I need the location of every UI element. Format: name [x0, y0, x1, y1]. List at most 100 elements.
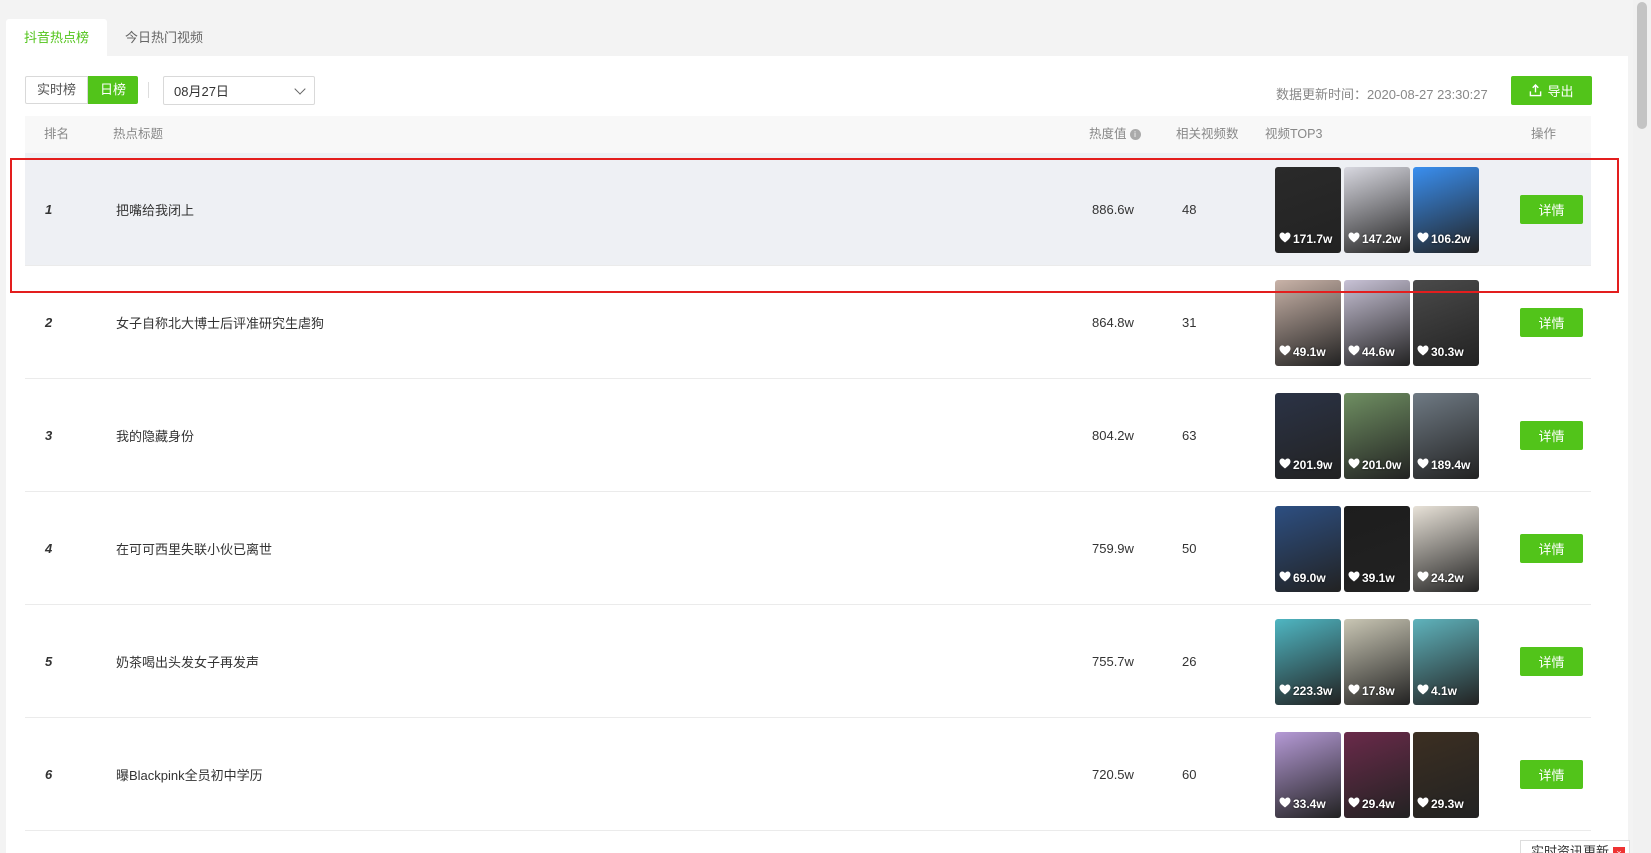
realtime-news-widget[interactable]: 实时资讯更新 × — [1520, 840, 1630, 853]
video-like-count: 4.1w — [1431, 683, 1458, 698]
main-panel: 实时榜 日榜 08月27日 数据更新时间：2020-08-27 23:30:27… — [6, 56, 1628, 853]
video-thumbnail[interactable]: 106.2w — [1413, 166, 1479, 253]
video-likes: 39.1w — [1348, 571, 1395, 585]
video-thumbnail[interactable]: 147.2w — [1344, 166, 1410, 253]
rank-number: 3 — [45, 428, 53, 443]
heart-icon — [1348, 345, 1360, 359]
video-top3: 171.7w 147.2w 106.2w — [1275, 153, 1479, 266]
header-action: 操作 — [1531, 127, 1557, 141]
heat-value: 886.6w — [1092, 202, 1134, 217]
video-like-count: 69.0w — [1293, 570, 1326, 585]
video-thumbnail[interactable]: 39.1w — [1344, 505, 1410, 592]
hot-topic-title[interactable]: 在可可西里失联小伙已离世 — [116, 492, 272, 605]
video-likes: 189.4w — [1417, 458, 1470, 472]
rank-number: 2 — [45, 315, 53, 330]
video-likes: 223.3w — [1279, 684, 1332, 698]
detail-button[interactable]: 详情 — [1520, 421, 1583, 450]
video-thumbnail[interactable]: 223.3w — [1275, 618, 1341, 705]
video-thumbnail[interactable]: 29.3w — [1413, 731, 1479, 818]
video-thumbnail[interactable]: 30.3w — [1413, 279, 1479, 366]
video-like-count: 147.2w — [1362, 231, 1402, 246]
header-title: 热点标题 — [113, 127, 164, 141]
video-thumbnail[interactable]: 201.9w — [1275, 392, 1341, 479]
video-likes: 171.7w — [1279, 232, 1332, 246]
video-thumbnail[interactable]: 4.1w — [1413, 618, 1479, 705]
video-thumbnail[interactable]: 171.7w — [1275, 166, 1341, 253]
video-likes: 30.3w — [1417, 345, 1464, 359]
header-rank: 排名 — [44, 127, 70, 141]
heart-icon — [1279, 684, 1291, 698]
scrollbar[interactable] — [1633, 0, 1651, 853]
toolbar-divider — [148, 82, 149, 98]
video-count: 60 — [1182, 767, 1197, 782]
realtime-news-label: 实时资讯更新 — [1531, 844, 1610, 853]
hot-topic-title[interactable]: 曝Blackpink全员初中学历 — [116, 718, 263, 831]
info-icon[interactable]: i — [1129, 129, 1141, 141]
header-heat: 热度值 i — [1089, 116, 1141, 153]
video-likes: 44.6w — [1348, 345, 1395, 359]
video-like-count: 44.6w — [1362, 344, 1395, 359]
detail-button[interactable]: 详情 — [1520, 308, 1583, 337]
daily-ranking-button[interactable]: 日榜 — [88, 76, 139, 104]
hot-topic-title[interactable]: 我的隐藏身份 — [116, 379, 194, 492]
video-top3: 201.9w 201.0w 189.4w — [1275, 379, 1479, 492]
hot-topic-title[interactable]: 把嘴给我闭上 — [116, 153, 194, 266]
detail-button[interactable]: 详情 — [1520, 534, 1583, 563]
detail-button[interactable]: 详情 — [1520, 760, 1583, 789]
table-row: 3 我的隐藏身份 804.2w 63 201.9w 201.0w 189.4w … — [25, 379, 1591, 492]
video-likes: 49.1w — [1279, 345, 1326, 359]
video-likes: 29.3w — [1417, 797, 1464, 811]
heart-icon — [1348, 232, 1360, 246]
heart-icon — [1279, 345, 1291, 359]
chevron-down-icon — [294, 82, 306, 95]
video-thumbnail[interactable]: 17.8w — [1344, 618, 1410, 705]
video-thumbnail[interactable]: 201.0w — [1344, 392, 1410, 479]
export-icon — [1530, 84, 1542, 97]
video-top3: 223.3w 17.8w 4.1w — [1275, 605, 1479, 718]
video-thumbnail[interactable]: 33.4w — [1275, 731, 1341, 818]
heart-icon — [1279, 797, 1291, 811]
video-like-count: 30.3w — [1431, 344, 1464, 359]
ranking-type-toggle: 实时榜 日榜 — [25, 76, 139, 104]
data-update-time: 数据更新时间：2020-08-27 23:30:27 — [1276, 87, 1488, 102]
video-thumbnail[interactable]: 44.6w — [1344, 279, 1410, 366]
detail-button[interactable]: 详情 — [1520, 647, 1583, 676]
heart-icon — [1417, 797, 1429, 811]
video-like-count: 189.4w — [1431, 457, 1471, 472]
video-thumbnail[interactable]: 29.4w — [1344, 731, 1410, 818]
video-thumbnail[interactable]: 49.1w — [1275, 279, 1341, 366]
scroll-thumb[interactable] — [1637, 2, 1647, 129]
rank-number: 1 — [45, 202, 53, 217]
export-button[interactable]: 导出 — [1511, 76, 1592, 105]
hot-topic-title[interactable]: 奶茶喝出头发女子再发声 — [116, 605, 259, 718]
video-top3: 69.0w 39.1w 24.2w — [1275, 492, 1479, 605]
tab-today-hot-videos[interactable]: 今日热门视频 — [107, 19, 221, 56]
table-header: 排名 热点标题 热度值 i 相关视频数 视频TOP3 操作 — [25, 116, 1591, 153]
video-thumbnail[interactable]: 69.0w — [1275, 505, 1341, 592]
video-likes: 106.2w — [1417, 232, 1470, 246]
video-thumbnail[interactable]: 189.4w — [1413, 392, 1479, 479]
heart-icon — [1348, 684, 1360, 698]
date-select[interactable]: 08月27日 — [163, 76, 315, 105]
video-like-count: 39.1w — [1362, 570, 1395, 585]
video-like-count: 24.2w — [1431, 570, 1464, 585]
close-icon[interactable]: × — [1613, 846, 1626, 853]
video-like-count: 29.4w — [1362, 796, 1395, 811]
hot-topic-title[interactable]: 女子自称北大博士后评准研究生虐狗 — [116, 266, 324, 379]
heart-icon — [1279, 458, 1291, 472]
header-heat-label: 热度值 — [1089, 127, 1127, 141]
heart-icon — [1348, 571, 1360, 585]
heart-icon — [1417, 345, 1429, 359]
tab-douyin-hot[interactable]: 抖音热点榜 — [6, 19, 108, 56]
video-top3: 33.4w 29.4w 29.3w — [1275, 718, 1479, 831]
heart-icon — [1348, 797, 1360, 811]
video-like-count: 201.0w — [1362, 457, 1402, 472]
video-likes: 29.4w — [1348, 797, 1395, 811]
detail-button[interactable]: 详情 — [1520, 195, 1583, 224]
video-like-count: 223.3w — [1293, 683, 1333, 698]
video-like-count: 201.9w — [1293, 457, 1333, 472]
realtime-ranking-button[interactable]: 实时榜 — [25, 76, 89, 104]
video-thumbnail[interactable]: 24.2w — [1413, 505, 1479, 592]
video-top3: 49.1w 44.6w 30.3w — [1275, 266, 1479, 379]
heat-value: 864.8w — [1092, 315, 1134, 330]
